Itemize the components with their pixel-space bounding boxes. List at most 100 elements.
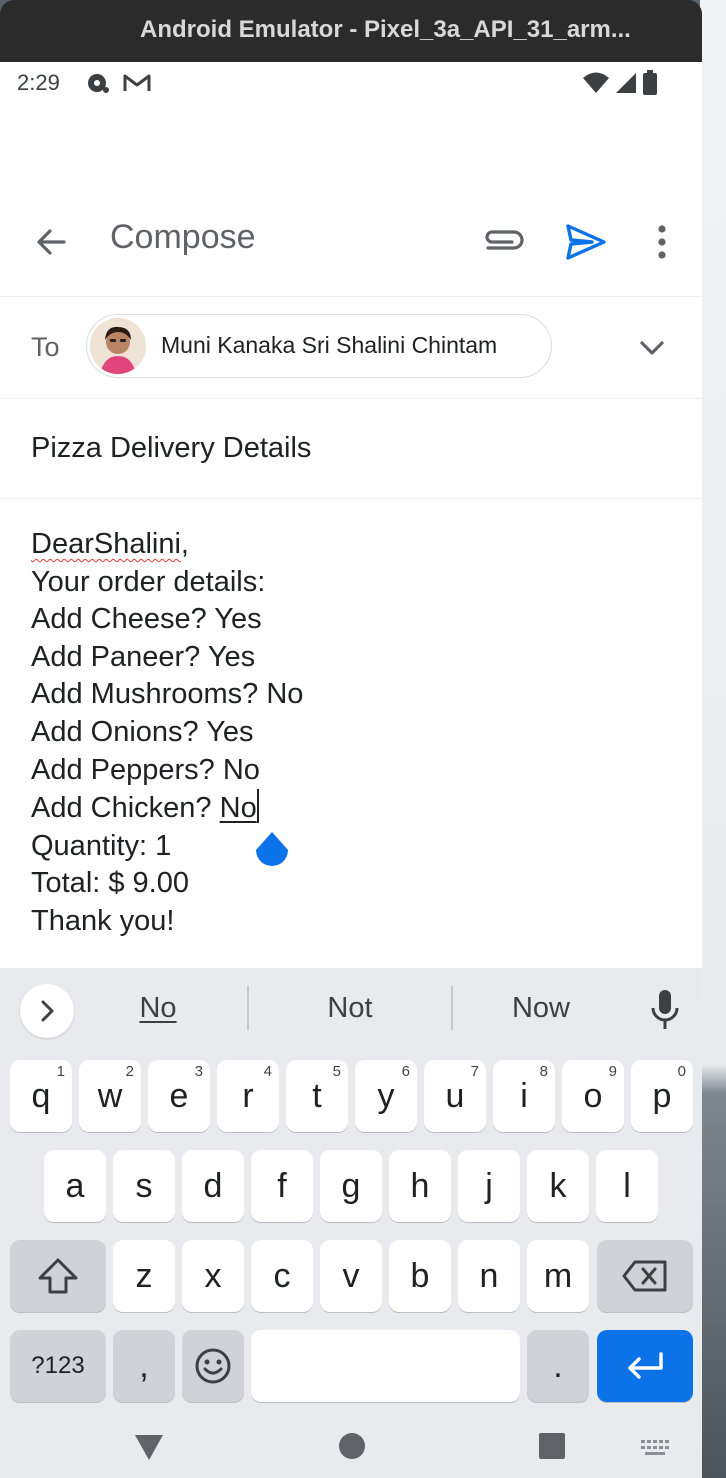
shift-key[interactable]: [10, 1240, 106, 1312]
attachment-icon[interactable]: [478, 220, 526, 264]
key-hint: 0: [677, 1063, 686, 1080]
key-r[interactable]: r4: [217, 1060, 279, 1132]
key-t[interactable]: t5: [286, 1060, 348, 1132]
emulator-title-bar[interactable]: Android Emulator - Pixel_3a_API_31_arm..…: [0, 0, 702, 62]
key-b[interactable]: b: [389, 1240, 451, 1312]
key-v[interactable]: v: [320, 1240, 382, 1312]
compose-app-bar: Compose: [0, 198, 702, 298]
key-u[interactable]: u7: [424, 1060, 486, 1132]
key-hint: 8: [539, 1063, 548, 1080]
body-line-chicken: Add Chicken? No: [31, 789, 303, 828]
shift-icon: [38, 1258, 78, 1294]
comma-key[interactable]: ,: [113, 1330, 175, 1402]
cursor-handle-icon[interactable]: [254, 832, 290, 872]
window-title: Android Emulator - Pixel_3a_API_31_arm..…: [140, 16, 631, 43]
key-n[interactable]: n: [458, 1240, 520, 1312]
key-q[interactable]: q1: [10, 1060, 72, 1132]
key-label: t: [312, 1076, 322, 1115]
key-label: e: [169, 1076, 189, 1115]
symbols-key[interactable]: ?123: [10, 1330, 106, 1402]
text-cursor: [256, 789, 259, 824]
key-x[interactable]: x: [182, 1240, 244, 1312]
key-hint: 3: [194, 1063, 203, 1080]
avatar: [90, 318, 146, 374]
key-label: w: [97, 1076, 123, 1115]
suggestion-no[interactable]: No: [68, 992, 248, 1025]
key-c[interactable]: c: [251, 1240, 313, 1312]
expand-suggestions-button[interactable]: [20, 984, 74, 1038]
send-icon[interactable]: [562, 218, 610, 266]
key-y[interactable]: y6: [355, 1060, 417, 1132]
status-icons: [582, 70, 658, 96]
space-key[interactable]: [251, 1330, 520, 1402]
gmail-notification-icon: [123, 74, 151, 91]
suggestion-now[interactable]: Now: [451, 992, 631, 1025]
enter-icon: [628, 1352, 663, 1379]
key-w[interactable]: w2: [79, 1060, 141, 1132]
keyboard-switch-icon[interactable]: [640, 1438, 670, 1458]
recipient-chip[interactable]: Muni Kanaka Sri Shalini Chintam: [86, 314, 552, 378]
enter-key[interactable]: [597, 1330, 693, 1402]
body-line: Add Onions? Yes: [31, 715, 254, 748]
page-title: Compose: [110, 218, 256, 256]
key-label: i: [520, 1076, 528, 1115]
microphone-icon[interactable]: [648, 988, 682, 1032]
key-o[interactable]: o9: [562, 1060, 624, 1132]
key-g[interactable]: g: [320, 1150, 382, 1222]
key-k[interactable]: k: [527, 1150, 589, 1222]
key-z[interactable]: z: [113, 1240, 175, 1312]
status-time: 2:29: [17, 70, 60, 95]
subject-field[interactable]: Pizza Delivery Details: [31, 432, 311, 465]
key-label: o: [583, 1076, 603, 1115]
screen: Android Emulator - Pixel_3a_API_31_arm..…: [0, 0, 726, 1478]
key-hint: 6: [401, 1063, 410, 1080]
chicken-prefix: Add Chicken?: [31, 792, 220, 825]
body-line: Add Cheese? Yes: [31, 603, 262, 636]
composing-word: No: [219, 792, 257, 825]
key-p[interactable]: p0: [631, 1060, 693, 1132]
emoji-key[interactable]: [182, 1330, 244, 1402]
body-line: Thank you!: [31, 904, 175, 937]
desktop-backdrop: [700, 0, 726, 1478]
email-body-field[interactable]: DearShalini, Your order details: Add Che…: [31, 526, 303, 941]
nav-back-icon[interactable]: [133, 1432, 165, 1462]
key-d[interactable]: d: [182, 1150, 244, 1222]
body-line: Add Paneer? Yes: [31, 640, 256, 673]
nav-home-icon[interactable]: [336, 1430, 368, 1462]
navigation-bar: [0, 1422, 702, 1478]
greeting-punctuation: ,: [180, 528, 189, 560]
backspace-key[interactable]: [597, 1240, 693, 1312]
avatar-photo-icon: [90, 318, 146, 374]
period-key[interactable]: .: [527, 1330, 589, 1402]
suggestion-separator: [247, 986, 249, 1030]
recipient-name: Muni Kanaka Sri Shalini Chintam: [161, 332, 498, 358]
more-options-icon[interactable]: [640, 220, 684, 264]
key-m[interactable]: m: [527, 1240, 589, 1312]
chevron-right-icon: [41, 1000, 54, 1022]
media-notification-icon: [88, 74, 109, 93]
key-label: q: [31, 1076, 51, 1115]
key-s[interactable]: s: [113, 1150, 175, 1222]
to-label: To: [31, 332, 60, 362]
phone-screen: 2:29 Compose To Muni Kanaka Sri Shalini …: [0, 62, 702, 1478]
key-hint: 9: [608, 1063, 617, 1080]
key-h[interactable]: h: [389, 1150, 451, 1222]
key-f[interactable]: f: [251, 1150, 313, 1222]
key-i[interactable]: i8: [493, 1060, 555, 1132]
backspace-icon: [622, 1260, 667, 1292]
divider: [0, 398, 702, 399]
key-label: y: [377, 1076, 395, 1115]
chevron-down-icon[interactable]: [636, 332, 668, 364]
soft-keyboard: No Not Now q1 w2 e3 r4 t5 y6 u7 i8 o9 p0…: [0, 968, 702, 1478]
battery-icon: [643, 70, 657, 95]
nav-recents-icon[interactable]: [536, 1430, 568, 1462]
back-arrow-icon[interactable]: [30, 220, 74, 264]
suggestion-not[interactable]: Not: [260, 992, 440, 1025]
key-j[interactable]: j: [458, 1150, 520, 1222]
key-hint: 2: [125, 1063, 134, 1080]
wifi-icon: [583, 72, 609, 93]
key-e[interactable]: e3: [148, 1060, 210, 1132]
key-a[interactable]: a: [44, 1150, 106, 1222]
body-line: Add Mushrooms? No: [31, 678, 304, 711]
key-l[interactable]: l: [596, 1150, 658, 1222]
